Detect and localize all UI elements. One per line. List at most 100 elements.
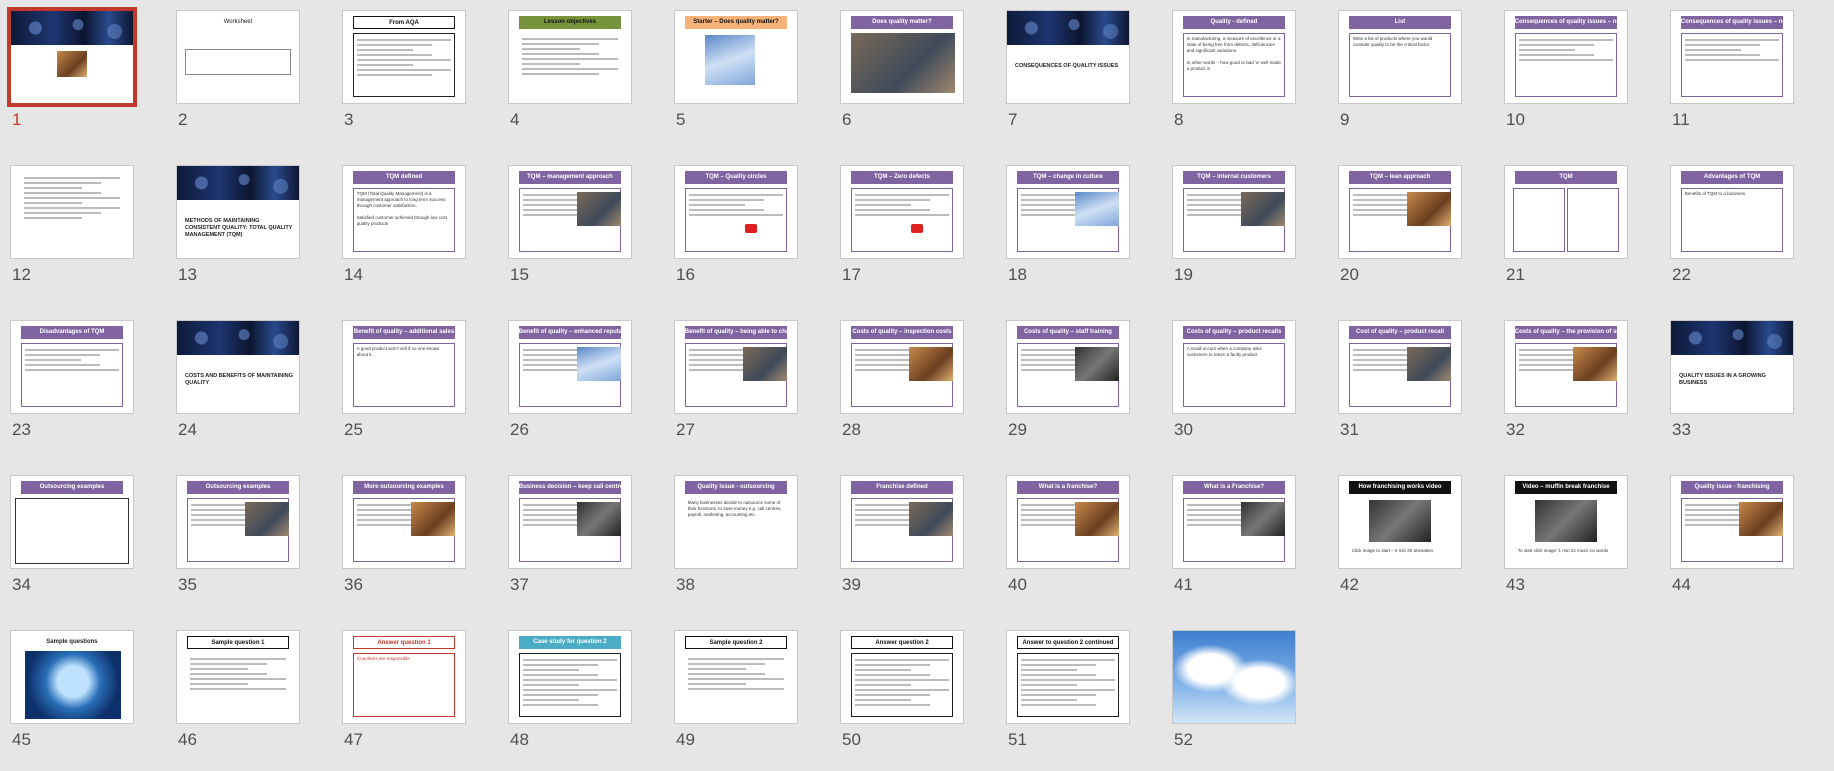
slide-preview[interactable]: TQM – internal customers [1172, 165, 1296, 259]
slide-preview[interactable]: TQM – lean approach [1338, 165, 1462, 259]
slide-preview[interactable]: Starter – Does quality matter? [674, 10, 798, 104]
slide-preview[interactable]: How franchising works video Click image t… [1338, 475, 1462, 569]
slide-thumbnail-5[interactable]: Starter – Does quality matter? 5 [664, 0, 806, 140]
slide-thumbnail-3[interactable]: From AQA 3 [332, 0, 474, 140]
slide-thumbnail-50[interactable]: Answer question 2 50 [830, 620, 972, 760]
slide-thumbnail-44[interactable]: Quality issue - franchising 44 [1660, 465, 1802, 605]
slide-preview[interactable]: Sample question 2 [674, 630, 798, 724]
slide-preview[interactable]: TQM – Quality circles [674, 165, 798, 259]
slide-thumbnail-36[interactable]: More outsourcing examples 36 [332, 465, 474, 605]
slide-preview[interactable]: List Write a list of products where you w… [1338, 10, 1462, 104]
slide-preview[interactable]: Costs of quality – the provision of serv… [1504, 320, 1628, 414]
slide-preview[interactable]: TQM – change in culture [1006, 165, 1130, 259]
slide-preview[interactable]: Benefit of quality – enhanced reputation [508, 320, 632, 414]
slide-preview[interactable]: Answer question 1 2) workers are responsi… [342, 630, 466, 724]
slide-thumbnail-52[interactable]: 52 [1162, 620, 1304, 760]
slide-thumbnail-41[interactable]: What is a Franchise? 41 [1162, 465, 1304, 605]
slide-thumbnail-2[interactable]: Worksheet 2 [166, 0, 308, 140]
slide-thumbnail-22[interactable]: Advantages of TQM Benefits of TQM to a bu… [1660, 155, 1802, 295]
slide-thumbnail-33[interactable]: QUALITY ISSUES IN A GROWING BUSINESS 33 [1660, 310, 1802, 450]
slide-thumbnail-17[interactable]: TQM – Zero defects 17 [830, 155, 972, 295]
slide-thumbnail-13[interactable]: METHODS OF MAINTAINING CONSISTENT QUALIT… [166, 155, 308, 295]
slide-preview[interactable]: Sample questions [10, 630, 134, 724]
slide-thumbnail-37[interactable]: Business decision – keep call centre in … [498, 465, 640, 605]
slide-thumbnail-45[interactable]: Sample questions 45 [0, 620, 142, 760]
slide-thumbnail-24[interactable]: COSTS AND BENEFITS OF MAINTAINING QUALIT… [166, 310, 308, 450]
slide-preview[interactable]: TQM – management approach [508, 165, 632, 259]
slide-thumbnail-7[interactable]: CONSEQUENCES OF QUALITY ISSUES 7 [996, 0, 1138, 140]
slide-thumbnail-15[interactable]: TQM – management approach 15 [498, 155, 640, 295]
slide-thumbnail-1[interactable]: 1 [0, 0, 142, 140]
slide-thumbnail-42[interactable]: How franchising works video Click image t… [1328, 465, 1470, 605]
slide-thumbnail-10[interactable]: Consequences of quality issues – not mee… [1494, 0, 1636, 140]
slide-preview[interactable]: More outsourcing examples [342, 475, 466, 569]
slide-preview[interactable]: Cost of quality – product recall [1338, 320, 1462, 414]
slide-thumbnail-46[interactable]: Sample question 1 46 [166, 620, 308, 760]
slide-preview[interactable]: Answer question 2 [840, 630, 964, 724]
slide-thumbnail-39[interactable]: Franchise defined 39 [830, 465, 972, 605]
slide-thumbnail-26[interactable]: Benefit of quality – enhanced reputation… [498, 310, 640, 450]
slide-preview[interactable]: TQM [1504, 165, 1628, 259]
slide-preview[interactable]: Consequences of quality issues – not mee… [1670, 10, 1794, 104]
slide-thumbnail-9[interactable]: List Write a list of products where you w… [1328, 0, 1470, 140]
slide-preview[interactable]: Does quality matter? [840, 10, 964, 104]
slide-thumbnail-30[interactable]: Costs of quality – product recalls A reca… [1162, 310, 1304, 450]
slide-preview[interactable]: Benefit of quality – additional sales A g… [342, 320, 466, 414]
slide-thumbnail-16[interactable]: TQM – Quality circles 16 [664, 155, 806, 295]
slide-thumbnail-32[interactable]: Costs of quality – the provision of serv… [1494, 310, 1636, 450]
slide-preview[interactable]: Lesson objectives [508, 10, 632, 104]
slide-thumbnail-20[interactable]: TQM – lean approach 20 [1328, 155, 1470, 295]
play-video-icon[interactable] [745, 224, 757, 233]
slide-preview[interactable]: CONSEQUENCES OF QUALITY ISSUES [1006, 10, 1130, 104]
slide-preview[interactable]: COSTS AND BENEFITS OF MAINTAINING QUALIT… [176, 320, 300, 414]
slide-preview[interactable]: Answer to question 2 continued [1006, 630, 1130, 724]
slide-thumbnail-27[interactable]: Benefit of quality – being able to charg… [664, 310, 806, 450]
slide-preview[interactable] [10, 165, 134, 259]
slide-thumbnail-49[interactable]: Sample question 2 49 [664, 620, 806, 760]
slide-preview[interactable] [1172, 630, 1296, 724]
slide-preview[interactable]: Franchise defined [840, 475, 964, 569]
slide-thumbnail-23[interactable]: Disadvantages of TQM 23 [0, 310, 142, 450]
slide-thumbnail-40[interactable]: What is a franchise? 40 [996, 465, 1138, 605]
slide-preview[interactable]: Video – muffin break franchise To start c… [1504, 475, 1628, 569]
slide-preview[interactable]: TQM defined TQM (Total Quality Management… [342, 165, 466, 259]
slide-thumbnail-19[interactable]: TQM – internal customers 19 [1162, 155, 1304, 295]
slide-thumbnail-43[interactable]: Video – muffin break franchise To start c… [1494, 465, 1636, 605]
slide-thumbnail-25[interactable]: Benefit of quality – additional sales A g… [332, 310, 474, 450]
slide-thumbnail-48[interactable]: Case study for question 2 48 [498, 620, 640, 760]
slide-preview[interactable]: Disadvantages of TQM [10, 320, 134, 414]
slide-thumbnail-18[interactable]: TQM – change in culture 18 [996, 155, 1138, 295]
slide-preview[interactable]: Quality issue - outsourcing Many business… [674, 475, 798, 569]
play-video-icon[interactable] [911, 224, 923, 233]
slide-preview[interactable]: Benefit of quality – being able to charg… [674, 320, 798, 414]
slide-preview[interactable]: Quality - defined In manufacturing, a mea… [1172, 10, 1296, 104]
slide-preview[interactable]: Worksheet [176, 10, 300, 104]
slide-thumbnail-12[interactable]: 12 [0, 155, 142, 295]
slide-thumbnail-14[interactable]: TQM defined TQM (Total Quality Management… [332, 155, 474, 295]
slide-thumbnail-38[interactable]: Quality issue - outsourcing Many business… [664, 465, 806, 605]
slide-preview[interactable]: What is a franchise? [1006, 475, 1130, 569]
slide-preview[interactable]: Outsourcing examples [176, 475, 300, 569]
slide-preview[interactable]: Sample question 1 [176, 630, 300, 724]
slide-preview[interactable]: What is a Franchise? [1172, 475, 1296, 569]
slide-preview[interactable]: Costs of quality – inspection costs [840, 320, 964, 414]
slide-preview[interactable]: Case study for question 2 [508, 630, 632, 724]
slide-preview[interactable]: Costs of quality – staff training [1006, 320, 1130, 414]
slide-preview[interactable]: From AQA [342, 10, 466, 104]
slide-thumbnail-4[interactable]: Lesson objectives 4 [498, 0, 640, 140]
slide-preview[interactable]: Consequences of quality issues – not mee… [1504, 10, 1628, 104]
slide-thumbnail-47[interactable]: Answer question 1 2) workers are responsi… [332, 620, 474, 760]
slide-thumbnail-29[interactable]: Costs of quality – staff training 29 [996, 310, 1138, 450]
slide-thumbnail-35[interactable]: Outsourcing examples 35 [166, 465, 308, 605]
slide-preview[interactable]: METHODS OF MAINTAINING CONSISTENT QUALIT… [176, 165, 300, 259]
slide-thumbnail-11[interactable]: Consequences of quality issues – not mee… [1660, 0, 1802, 140]
slide-preview[interactable]: TQM – Zero defects [840, 165, 964, 259]
slide-thumbnail-6[interactable]: Does quality matter? 6 [830, 0, 972, 140]
slide-thumbnail-34[interactable]: Outsourcing examples 34 [0, 465, 142, 605]
slide-preview[interactable]: Outsourcing examples [10, 475, 134, 569]
slide-thumbnail-51[interactable]: Answer to question 2 continued 51 [996, 620, 1138, 760]
slide-preview[interactable] [7, 7, 137, 107]
slide-thumbnail-28[interactable]: Costs of quality – inspection costs 28 [830, 310, 972, 450]
slide-thumbnail-21[interactable]: TQM 21 [1494, 155, 1636, 295]
slide-preview[interactable]: QUALITY ISSUES IN A GROWING BUSINESS [1670, 320, 1794, 414]
